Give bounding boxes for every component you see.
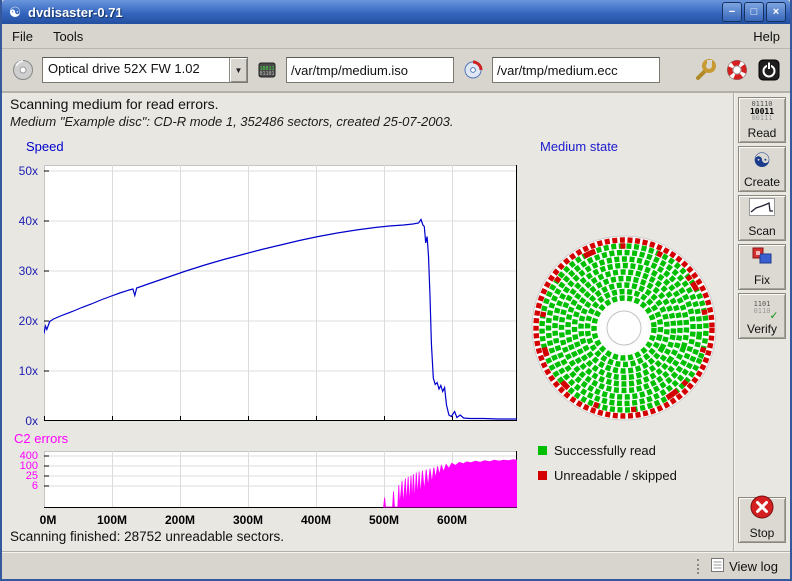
c2-chart-title: C2 errors	[14, 431, 68, 446]
grip-handle	[697, 559, 699, 574]
speed-chart-title: Speed	[26, 139, 64, 154]
medium-state-title: Medium state	[540, 139, 618, 154]
titlebar[interactable]: ☯ dvdisaster-0.71 − □ ×	[2, 0, 790, 24]
verify-icon: 1101 0110 ✓	[754, 301, 771, 315]
chevron-down-icon[interactable]: ▼	[229, 58, 247, 82]
fix-button-label: Fix	[754, 273, 770, 287]
ecc-path-input[interactable]	[492, 57, 660, 83]
xtick: 300M	[233, 513, 263, 527]
scan-icon	[749, 198, 775, 221]
scan-button-label: Scan	[748, 224, 775, 238]
legend-swatch	[538, 471, 547, 480]
content-pane: Scanning medium for read errors. Medium …	[2, 93, 733, 551]
verify-button-label: Verify	[747, 322, 777, 336]
drive-icon	[10, 57, 36, 83]
stop-icon	[749, 494, 775, 525]
xtick: 0M	[40, 513, 57, 527]
medium-state-disc	[529, 233, 719, 428]
quit-power-icon[interactable]	[756, 57, 782, 83]
legend-item-read: Successfully read	[538, 443, 656, 458]
create-button[interactable]: ☯ Create	[738, 146, 786, 192]
read-button[interactable]: 01110 10011 00111 Read	[738, 97, 786, 143]
drive-select-value: Optical drive 52X FW 1.02	[43, 58, 229, 82]
create-button-label: Create	[744, 175, 780, 189]
verify-button[interactable]: 1101 0110 ✓ Verify	[738, 293, 786, 339]
view-log-button[interactable]: View log	[707, 556, 782, 577]
status-line-medium-info: Medium "Example disc": CD-R mode 1, 3524…	[10, 114, 454, 129]
menu-file[interactable]: File	[2, 26, 43, 47]
xtick: 400M	[301, 513, 331, 527]
preferences-wrench-icon[interactable]	[692, 57, 718, 83]
legend-label: Unreadable / skipped	[554, 468, 677, 483]
svg-text:01101: 01101	[259, 71, 274, 77]
fix-button[interactable]: Fix	[738, 244, 786, 290]
log-icon	[711, 558, 724, 575]
xtick: 500M	[369, 513, 399, 527]
stop-button[interactable]: Stop	[738, 497, 786, 543]
scan-result-status: Scanning finished: 28752 unreadable sect…	[10, 529, 284, 544]
menu-help[interactable]: Help	[743, 26, 790, 47]
xtick: 100M	[97, 513, 127, 527]
drive-select[interactable]: Optical drive 52X FW 1.02 ▼	[42, 57, 248, 83]
speed-ytick: 10x	[2, 364, 38, 378]
close-button[interactable]: ×	[766, 2, 786, 22]
fix-icon	[750, 246, 774, 271]
speed-ytick: 50x	[2, 164, 38, 178]
legend-item-unreadable: Unreadable / skipped	[538, 468, 677, 483]
speed-ytick: 40x	[2, 214, 38, 228]
c2-plot	[44, 451, 517, 508]
speed-plot	[44, 165, 517, 421]
ecc-file-icon	[460, 57, 486, 83]
legend-label: Successfully read	[554, 443, 656, 458]
window-title: dvdisaster-0.71	[28, 5, 720, 20]
iso-file-icon: 1001101101	[254, 57, 280, 83]
read-icon: 01110 10011 00111	[750, 101, 774, 122]
speed-ytick: 0x	[2, 414, 38, 428]
create-icon: ☯	[753, 151, 771, 171]
read-button-label: Read	[748, 126, 777, 140]
minimize-button[interactable]: −	[722, 2, 742, 22]
maximize-button[interactable]: □	[744, 2, 764, 22]
main-area: Scanning medium for read errors. Medium …	[2, 93, 790, 551]
bottom-bar: View log	[2, 551, 790, 580]
menubar: File Tools Help	[2, 24, 790, 49]
status-line-primary: Scanning medium for read errors.	[10, 96, 219, 112]
speed-ytick: 30x	[2, 264, 38, 278]
xtick: 600M	[437, 513, 467, 527]
toolbar: Optical drive 52X FW 1.02 ▼ 1001101101	[2, 49, 790, 91]
action-sidebar: 01110 10011 00111 Read ☯ Create Scan	[734, 93, 790, 551]
scan-button[interactable]: Scan	[738, 195, 786, 241]
stop-button-label: Stop	[750, 526, 775, 540]
speed-ytick: 20x	[2, 314, 38, 328]
iso-path-input[interactable]	[286, 57, 454, 83]
app-window: ☯ dvdisaster-0.71 − □ × File Tools Help …	[0, 0, 792, 581]
help-lifebuoy-icon[interactable]	[724, 57, 750, 83]
app-icon: ☯	[6, 4, 24, 21]
legend-swatch	[538, 446, 547, 455]
xtick: 200M	[165, 513, 195, 527]
c2-ytick: 6	[2, 480, 38, 492]
menu-tools[interactable]: Tools	[43, 26, 93, 47]
view-log-label: View log	[729, 559, 778, 574]
